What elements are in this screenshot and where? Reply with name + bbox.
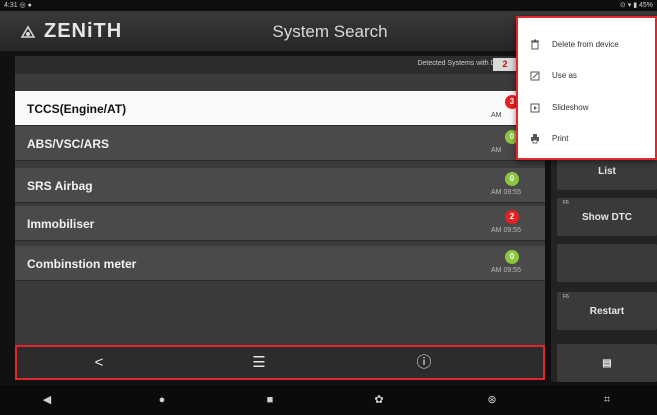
system-row[interactable]: Combinstion meter 0 AM 09:55 — [15, 246, 545, 281]
system-name: TCCS(Engine/AT) — [27, 102, 127, 116]
menu-item-slideshow[interactable]: Slideshow — [518, 93, 655, 123]
menu-item-print[interactable]: Print — [518, 124, 655, 154]
empty-function-button[interactable] — [557, 244, 657, 282]
function-key-label: F6 — [563, 200, 569, 206]
share-icon[interactable]: < — [89, 353, 109, 373]
menu-item-label: Use as — [552, 71, 577, 80]
dtc-count-badge: 0 — [505, 250, 519, 264]
trash-icon — [531, 39, 539, 50]
slideshow-icon — [530, 103, 540, 113]
button-label: List — [598, 166, 616, 177]
menu-item-label: Print — [552, 134, 569, 143]
info-icon[interactable]: ⓘ — [414, 353, 434, 373]
camera-icon[interactable]: ⊛ — [485, 393, 499, 407]
menu-item-use-as[interactable]: Use as — [518, 61, 655, 91]
show-dtc-button[interactable]: F6 Show DTC — [557, 198, 657, 236]
page-title: System Search — [272, 22, 388, 41]
adjust-icon[interactable]: ☰ — [249, 353, 269, 373]
scan-time: AM — [491, 112, 502, 119]
scan-time: AM 09:55 — [491, 267, 521, 274]
system-list-panel: Detected Systems with DTC 2 TCCS(Engine/… — [15, 56, 545, 346]
back-icon[interactable]: ◀ — [40, 393, 54, 407]
home-icon[interactable]: ● — [155, 393, 169, 407]
menu-item-label: Slideshow — [552, 103, 589, 112]
detected-count-badge: 2 — [493, 58, 517, 71]
panel-header: Detected Systems with DTC 2 — [15, 56, 545, 74]
scan-time: AM — [491, 147, 502, 154]
system-name: SRS Airbag — [27, 179, 93, 193]
dtc-count-badge: 0 — [505, 172, 519, 186]
status-bar: 4:31 ◎ ● ⊙ ▾ ▮ 45% — [0, 0, 657, 11]
screenshot-icon[interactable]: ⌗ — [600, 393, 614, 407]
scan-time: AM 09:55 — [491, 227, 521, 234]
system-name: Combinstion meter — [27, 257, 137, 271]
button-label: Show DTC — [582, 212, 632, 223]
system-name: Immobiliser — [27, 217, 95, 231]
settings-icon[interactable]: ✿ — [372, 393, 386, 407]
system-row[interactable]: ABS/VSC/ARS 0 AM — [15, 126, 545, 161]
recents-icon[interactable]: ■ — [263, 393, 277, 407]
system-row[interactable]: Immobiliser 2 AM 09:55 — [15, 206, 545, 241]
restart-button[interactable]: F6 Restart — [557, 292, 657, 330]
system-name: ABS/VSC/ARS — [27, 137, 110, 151]
navigation-bar: ◀ ● ■ ✿ ⊛ ⌗ — [0, 385, 657, 415]
scan-time: AM 09:55 — [491, 189, 521, 196]
menu-item-label: Delete from device — [552, 40, 619, 49]
zenith-logo-icon — [20, 25, 36, 38]
system-row[interactable]: TCCS(Engine/AT) 3 AM — [15, 91, 545, 126]
detected-systems-label: Detected Systems with DTC — [417, 60, 505, 67]
edit-icon — [530, 71, 540, 81]
image-action-bar: < ☰ ⓘ — [15, 345, 545, 380]
brand-name: ZENiTH — [44, 20, 123, 42]
button-label: Restart — [589, 306, 625, 317]
overflow-menu: Delete from device Use as Slideshow Prin… — [516, 16, 657, 160]
menu-item-delete-from-device[interactable]: Delete from device — [518, 30, 655, 60]
function-key-label: F6 — [563, 294, 569, 300]
save-button[interactable]: ▤ — [557, 344, 657, 382]
button-label: ▤ — [602, 358, 612, 369]
system-row[interactable]: SRS Airbag 0 AM 09:55 — [15, 168, 545, 203]
print-icon — [531, 134, 539, 144]
dtc-count-badge: 2 — [505, 210, 519, 224]
status-right: ⊙ ▾ ▮ 45% — [619, 2, 653, 9]
status-left: 4:31 ◎ ● — [4, 2, 32, 9]
